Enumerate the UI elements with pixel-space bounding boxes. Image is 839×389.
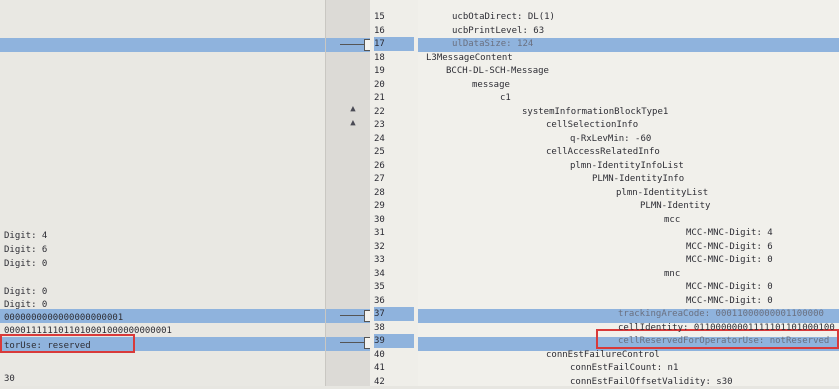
- line-number: 21: [374, 93, 385, 103]
- tree-code-line: q-RxLevMin: -60: [570, 133, 652, 144]
- tree-code-line: mcc: [664, 214, 681, 225]
- line-number: 31: [374, 228, 385, 238]
- expand-up-icon[interactable]: ▲: [348, 105, 358, 114]
- tree-code-line: MCC-MNC-Digit: 4: [686, 228, 773, 238]
- line-number: 42: [374, 376, 385, 387]
- left-code-line: Digit: 0: [4, 259, 48, 269]
- line-number: 26: [374, 160, 385, 171]
- line-number: 19: [374, 66, 385, 76]
- left-annotation-box: [0, 334, 135, 353]
- tree-code-line: connEstFailCount: n1: [570, 363, 679, 373]
- tree-code-line: mnc: [664, 268, 681, 279]
- line-number: 38: [374, 322, 385, 333]
- left-code-line: 0000000000000000000001: [4, 313, 124, 323]
- line-number: 15: [374, 12, 385, 22]
- left-code-line: 30: [4, 374, 15, 384]
- line-number: 17: [374, 37, 414, 51]
- line-number: 40: [374, 349, 385, 360]
- line-number: 24: [374, 133, 385, 144]
- line-number: 30: [374, 214, 385, 225]
- line-number: 28: [374, 187, 385, 198]
- line-number: 32: [374, 241, 385, 252]
- left-highlight-row-17: [0, 38, 325, 52]
- line-number: 27: [374, 174, 385, 184]
- tree-code-line: MCC-MNC-Digit: 0: [686, 295, 773, 306]
- line-number: 41: [374, 363, 385, 373]
- line-number: 34: [374, 268, 385, 279]
- line-number: 36: [374, 295, 385, 306]
- line-number: 39: [374, 334, 414, 348]
- tree-code-line: plmn-IdentityList: [616, 187, 709, 198]
- tree-code-line: PLMN-IdentityInfo: [592, 174, 685, 184]
- tree-code-line: connEstFailOffsetValidity: s30: [570, 376, 733, 387]
- left-code-line: Digit: 0: [4, 300, 48, 310]
- tree-code-line: L3MessageContent: [426, 52, 513, 63]
- tree-code-line: ulDataSize: 124: [452, 39, 534, 49]
- left-pane: Digit: 4 Digit: 6 Digit: 0 Digit: 0 Digit: 0…: [0, 0, 325, 386]
- line-number: 20: [374, 79, 385, 90]
- tree-code-line: cellSelectionInfo: [546, 120, 639, 130]
- tree-code-line: c1: [500, 93, 511, 103]
- line-number: 18: [374, 52, 385, 63]
- left-code-line: Digit: 6: [4, 245, 48, 255]
- line-number: 37: [374, 307, 414, 321]
- tree-code-line: systemInformationBlockType1: [522, 106, 669, 117]
- line-number: 35: [374, 282, 385, 292]
- line-number: 23: [374, 120, 385, 130]
- tree-code-line: BCCH-DL-SCH-Message: [446, 66, 549, 76]
- line-number: 16: [374, 25, 385, 36]
- tree-code-line: plmn-IdentityInfoList: [570, 160, 684, 171]
- tree-code-line: MCC-MNC-Digit: 6: [686, 241, 773, 252]
- left-code-line: Digit: 4: [4, 231, 48, 241]
- line-number: 22: [374, 106, 385, 117]
- tree-code-line: PLMN-Identity: [640, 201, 711, 211]
- tree-code-line: cellAccessRelatedInfo: [546, 147, 660, 157]
- right-pane: ucbOtaDirect: DL(1) ucbPrintLevel: 63 ulDa…: [418, 0, 839, 386]
- tree-code-line: message: [472, 79, 510, 90]
- expand-up-icon[interactable]: ▲: [348, 119, 358, 128]
- tree-code-line: MCC-MNC-Digit: 0: [686, 255, 773, 265]
- left-code-line: Digit: 0: [4, 287, 48, 297]
- diff-gutter: [325, 0, 372, 386]
- tree-code-line: ucbOtaDirect: DL(1): [452, 12, 555, 22]
- tree-code-line: trackingAreaCode: 00011000000001100000: [618, 309, 824, 319]
- line-number: 25: [374, 147, 385, 157]
- tree-code-line: cellIdentity: 01100000001111101101000100: [618, 322, 835, 333]
- tree-code-line: cellReservedForOperatorUse: notReserved: [618, 336, 830, 346]
- line-number: 29: [374, 201, 385, 211]
- tree-code-line: MCC-MNC-Digit: 0: [686, 282, 773, 292]
- tree-code-line: ucbPrintLevel: 63: [452, 25, 545, 36]
- line-number: 33: [374, 255, 385, 265]
- tree-code-line: connEstFailureControl: [546, 349, 660, 360]
- line-number-gutter: 15 16 17 18 19 20 21 22 23 24 25 26 27 28 29 30 31 32 33 34…: [370, 0, 419, 387]
